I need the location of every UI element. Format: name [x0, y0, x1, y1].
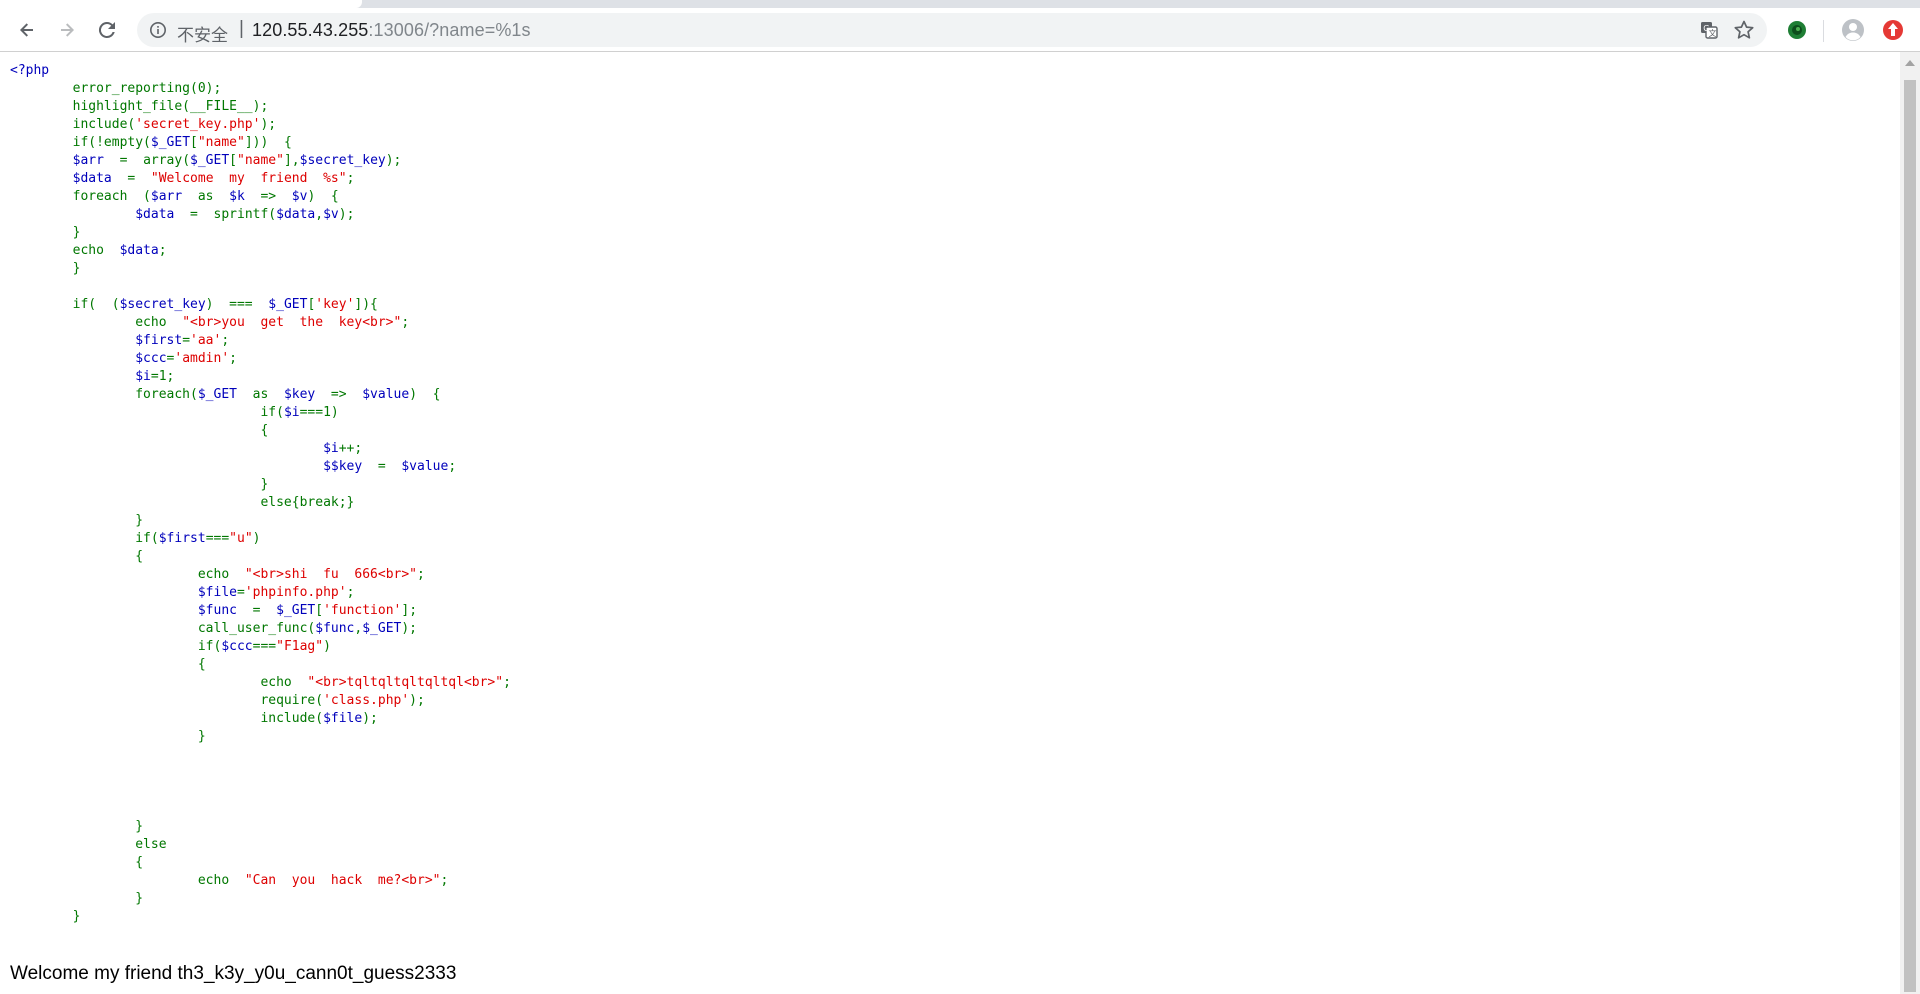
source-line: <?php	[10, 63, 50, 78]
page-content: <?php error_reporting(0); highlight_file…	[0, 52, 1900, 994]
source-line: include($file);	[10, 711, 378, 726]
extension-red-icon[interactable]	[1881, 18, 1905, 47]
source-line: else	[10, 837, 167, 852]
security-separator: |	[239, 18, 244, 39]
source-line: echo $data;	[10, 243, 167, 258]
source-line: echo "<br>tqltqltqltqltql<br>";	[10, 675, 511, 690]
back-button[interactable]	[10, 13, 44, 47]
source-line: if(!empty($_GET["name"])) {	[10, 135, 292, 150]
source-line: $func = $_GET['function'];	[197, 603, 418, 618]
source-line: $file='phpinfo.php';	[197, 585, 355, 600]
source-line: if( ($secret_key) === $_GET['key']){	[10, 297, 378, 312]
url-host: 120.55.43.255	[252, 20, 369, 40]
source-line: {	[10, 657, 206, 672]
toolbar-divider	[1823, 20, 1824, 42]
forward-arrow-icon	[61, 23, 74, 37]
address-bar[interactable]: 不安全 | 120.55.43.255:13006/?name=%1s G文	[137, 13, 1767, 47]
source-line: {	[10, 423, 269, 438]
source-line: else{break;}	[10, 495, 355, 510]
source-line: foreach ($arr as $k => $v) {	[10, 189, 339, 204]
source-line: if($first==="u")	[10, 531, 261, 546]
source-line: {	[10, 549, 144, 564]
php-source-code: <?php error_reporting(0); highlight_file…	[10, 62, 511, 926]
script-output-text: Welcome my friend th3_k3y_y0u_cann0t_gue…	[10, 963, 457, 984]
source-line: $data = "Welcome my friend %s";	[72, 171, 355, 186]
source-line: $ccc='amdin';	[135, 351, 237, 366]
security-label: 不安全	[177, 26, 228, 45]
forward-button[interactable]	[50, 13, 84, 47]
source-line: require('class.php');	[10, 693, 425, 708]
browser-toolbar: 不安全 | 120.55.43.255:13006/?name=%1s G文	[0, 8, 1920, 52]
back-arrow-icon	[20, 23, 33, 37]
source-line: }	[10, 477, 269, 492]
active-tab[interactable]	[0, 0, 362, 8]
source-line: }	[10, 261, 81, 276]
svg-text:文: 文	[1709, 28, 1717, 38]
scroll-up-arrow-icon[interactable]	[1905, 60, 1915, 66]
reload-button[interactable]	[90, 13, 124, 47]
reload-icon	[98, 21, 115, 38]
source-line: include('secret_key.php');	[10, 117, 277, 132]
info-icon[interactable]	[149, 21, 167, 44]
source-line: call_user_func($func,$_GET);	[10, 621, 418, 636]
source-line: highlight_file(__FILE__);	[10, 99, 269, 114]
source-line: echo "Can you hack me?<br>";	[10, 873, 449, 888]
extension-green-icon[interactable]	[1785, 18, 1809, 47]
source-line: echo "<br>you get the key<br>";	[10, 315, 410, 330]
url-path: :13006/?name=%1s	[368, 20, 531, 40]
source-line: }	[10, 225, 81, 240]
source-line: }	[10, 513, 144, 528]
source-line: $i++;	[323, 441, 363, 456]
source-line: $i=1;	[135, 369, 175, 384]
profile-avatar-icon[interactable]	[1841, 18, 1865, 47]
vertical-scrollbar[interactable]	[1900, 52, 1920, 994]
source-line: if($ccc==="F1ag")	[10, 639, 331, 654]
tab-strip	[0, 0, 1920, 8]
source-line: $arr = array($_GET["name"],$secret_key);	[72, 153, 402, 168]
url-text[interactable]: 120.55.43.255:13006/?name=%1s	[252, 20, 531, 41]
source-line: }	[10, 729, 206, 744]
source-line: foreach($_GET as $key => $value) {	[10, 387, 441, 402]
source-line: $$key = $value;	[323, 459, 457, 474]
source-line: error_reporting(0);	[10, 81, 222, 96]
translate-icon[interactable]: G文	[1699, 20, 1719, 45]
source-line: $data = sprintf($data,$v);	[135, 207, 355, 222]
source-line: echo "<br>shi fu 666<br>";	[10, 567, 425, 582]
source-line: if($i===1)	[10, 405, 339, 420]
star-icon[interactable]	[1733, 19, 1755, 46]
source-line: $first='aa';	[135, 333, 230, 348]
source-line: }	[10, 819, 144, 834]
source-lines: <?php error_reporting(0); highlight_file…	[10, 63, 511, 924]
scrollbar-thumb[interactable]	[1904, 80, 1916, 992]
source-line: {	[10, 855, 144, 870]
source-line: }	[10, 891, 144, 906]
source-line: }	[10, 909, 81, 924]
